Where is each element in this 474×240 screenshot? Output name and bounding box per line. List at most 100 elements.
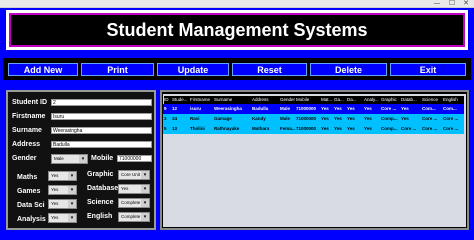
- column-header[interactable]: Graphic: [381, 96, 401, 104]
- maths-select[interactable]: Yes ▾: [48, 171, 77, 181]
- column-header[interactable]: Analy...: [364, 96, 381, 104]
- chevron-down-icon: ▾: [141, 199, 149, 207]
- table-cell: Core ...: [381, 106, 397, 111]
- english-label: English: [87, 213, 113, 220]
- data-sci-select[interactable]: Yes ▾: [48, 199, 77, 209]
- column-header[interactable]: Stude...: [172, 96, 190, 104]
- graphic-label: Graphic: [87, 171, 114, 178]
- gender-select[interactable]: Male ▾: [51, 154, 88, 164]
- science-label: Science: [87, 199, 114, 206]
- games-value: Yes: [51, 187, 59, 192]
- table-cell: isuru: [190, 106, 202, 111]
- chevron-down-icon: ▾: [68, 200, 76, 208]
- add-new-button[interactable]: Add New: [8, 63, 78, 76]
- maths-value: Yes: [51, 173, 59, 178]
- graphic-select[interactable]: Core Unit ▾: [118, 170, 150, 180]
- chevron-down-icon: ▾: [79, 155, 87, 163]
- column-header[interactable]: Firstname: [190, 96, 214, 104]
- table-cell: Yes: [347, 106, 355, 111]
- table-cell: Yes: [401, 106, 409, 111]
- column-header[interactable]: English: [443, 96, 464, 104]
- table-cell: Male: [280, 106, 291, 111]
- chevron-down-icon: ▾: [68, 172, 76, 180]
- table-cell: Yes: [334, 106, 342, 111]
- table-cell: Yes: [321, 116, 329, 121]
- table-cell: 9: [164, 106, 167, 111]
- database-label: Database: [87, 185, 119, 192]
- table-cell: Com...: [422, 106, 436, 111]
- surname-field[interactable]: Weerasingha: [51, 127, 152, 134]
- gender-label: Gender: [12, 155, 37, 162]
- maths-label: Maths: [17, 174, 38, 181]
- firstname-label: Firstname: [12, 113, 46, 120]
- table-cell: 71000000: [296, 116, 317, 121]
- table-cell: Ravi: [190, 116, 200, 121]
- table-cell: Core ...: [422, 126, 438, 131]
- address-field[interactable]: Badulla: [51, 141, 152, 148]
- table-cell: Yes: [347, 126, 355, 131]
- table-cell: Yes: [364, 106, 372, 111]
- graphic-value: Core Unit: [121, 172, 141, 177]
- gender-value: Male: [54, 156, 64, 161]
- data-sci-value: Yes: [51, 201, 59, 206]
- table-cell: Core ...: [443, 126, 459, 131]
- table-cell: Core ...: [401, 126, 417, 131]
- table-cell: Kandy: [252, 116, 266, 121]
- maximize-button[interactable]: ☐: [445, 0, 459, 7]
- table-cell: Yes: [334, 116, 342, 121]
- table-cell: Yes: [364, 126, 372, 131]
- window-titlebar: [0, 0, 474, 8]
- table-cell: Yes: [321, 126, 329, 131]
- column-header[interactable]: Address: [252, 96, 280, 104]
- science-value: Complete: [121, 200, 141, 205]
- mobile-label: Mobile: [91, 155, 114, 162]
- english-select[interactable]: Complete ▾: [118, 212, 150, 222]
- address-label: Address: [12, 141, 41, 148]
- surname-label: Surname: [12, 127, 42, 134]
- table-cell: Weerasingha: [214, 106, 242, 111]
- column-header[interactable]: Gender: [280, 96, 296, 104]
- table-cell: Rathnayake: [214, 126, 240, 131]
- mobile-field[interactable]: 71000000: [117, 155, 152, 162]
- table-cell: Tholini: [190, 126, 205, 131]
- chevron-down-icon: ▾: [141, 213, 149, 221]
- exit-button[interactable]: Exit: [390, 63, 466, 76]
- column-header[interactable]: Mobile: [296, 96, 321, 104]
- column-header[interactable]: Surname: [214, 96, 252, 104]
- column-header[interactable]: Da...: [347, 96, 364, 104]
- table-cell: 71000000: [296, 106, 317, 111]
- reset-button[interactable]: Reset: [232, 63, 307, 76]
- student-id-field[interactable]: 2: [51, 99, 152, 106]
- chevron-down-icon: ▾: [141, 185, 149, 193]
- minimize-button[interactable]: —: [430, 0, 444, 7]
- update-button[interactable]: Update: [157, 63, 229, 76]
- column-header[interactable]: Mat...: [321, 96, 334, 104]
- column-header[interactable]: Science: [422, 96, 443, 104]
- database-select[interactable]: Yes ▾: [118, 184, 150, 194]
- print-button[interactable]: Print: [81, 63, 154, 76]
- science-select[interactable]: Complete ▾: [118, 198, 150, 208]
- table-cell: Core ...: [443, 116, 459, 121]
- table-cell: Gamage: [214, 116, 232, 121]
- table-cell: Yes: [401, 116, 409, 121]
- student-id-label: Student ID: [12, 99, 47, 106]
- analysis-label: Analysis: [17, 216, 46, 223]
- table-cell: Mathara: [252, 126, 270, 131]
- data-sci-label: Data Sci: [17, 202, 45, 209]
- column-header[interactable]: ID: [164, 96, 172, 104]
- table-cell: Yes: [364, 116, 372, 121]
- firstname-field[interactable]: Isuru: [51, 113, 152, 120]
- column-header[interactable]: Datab...: [401, 96, 422, 104]
- table-cell: 5: [164, 126, 167, 131]
- analysis-select[interactable]: Yes ▾: [48, 213, 77, 223]
- delete-button[interactable]: Delete: [310, 63, 387, 76]
- chevron-down-icon: ▾: [68, 214, 76, 222]
- games-label: Games: [17, 188, 41, 195]
- table-cell: Fema...: [280, 126, 296, 131]
- table-cell: Core ...: [422, 116, 438, 121]
- analysis-value: Yes: [51, 215, 59, 220]
- column-header[interactable]: Ga...: [334, 96, 347, 104]
- close-button[interactable]: ✕: [459, 0, 473, 7]
- games-select[interactable]: Yes ▾: [48, 185, 77, 195]
- table-cell: Comp...: [381, 126, 398, 131]
